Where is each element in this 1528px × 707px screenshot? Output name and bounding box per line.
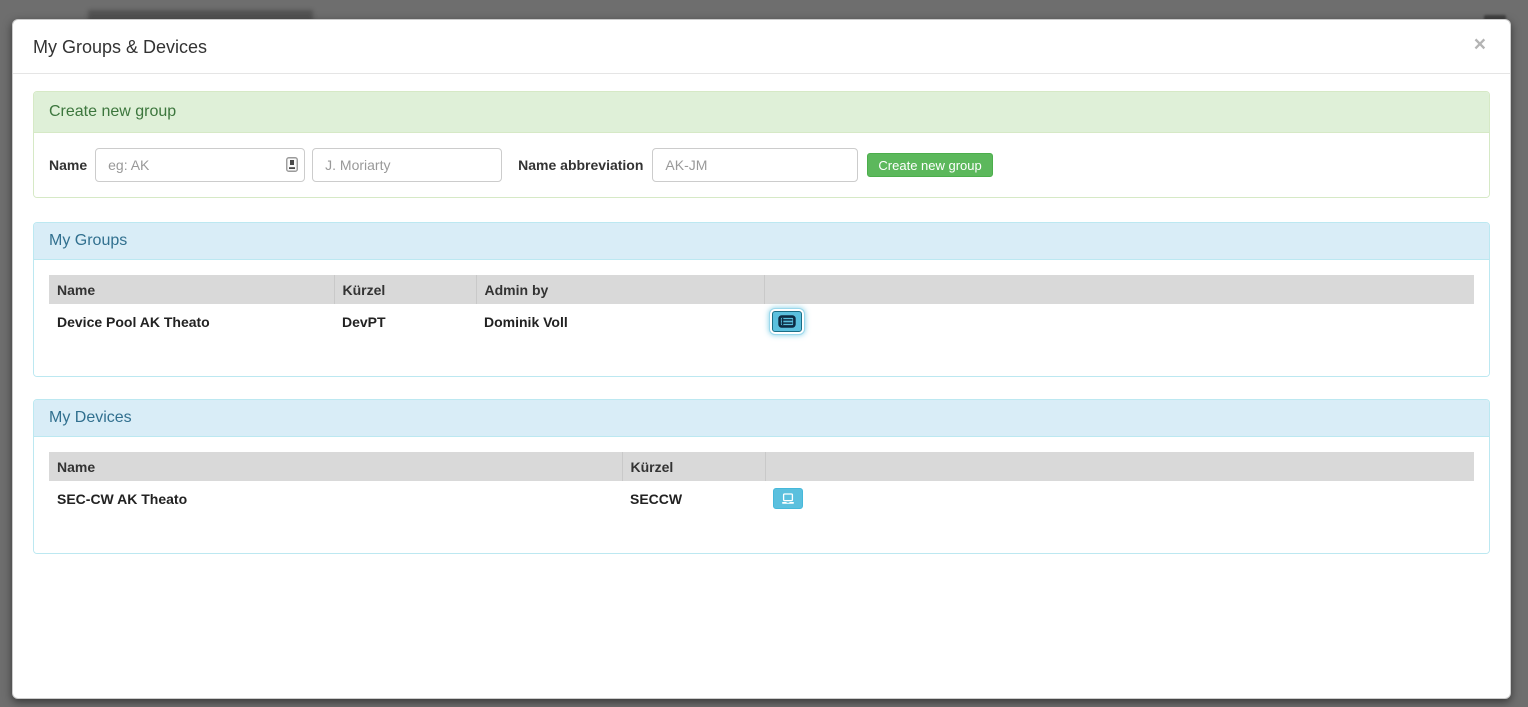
my-groups-table: Name Kürzel Admin by Device Pool AK Thea… [49, 275, 1474, 339]
table-row: Device Pool AK Theato DevPT Dominik Voll [49, 304, 1474, 339]
device-info-button[interactable] [773, 488, 803, 509]
group-name-cell: Device Pool AK Theato [49, 304, 334, 339]
create-group-button[interactable]: Create new group [867, 153, 992, 177]
my-groups-heading: My Groups [34, 223, 1489, 260]
my-devices-heading: My Devices [34, 400, 1489, 437]
table-header-row: Name Kürzel [49, 452, 1474, 481]
modal-title: My Groups & Devices [33, 35, 207, 60]
device-actions-cell [765, 481, 1474, 516]
group-kuerzel-cell: DevPT [334, 304, 476, 339]
create-group-panel: Create new group Name Name abbreviation [33, 91, 1490, 198]
close-icon[interactable]: × [1470, 34, 1490, 55]
column-header-admin-by: Admin by [476, 275, 764, 304]
table-row: SEC-CW AK Theato SECCW [49, 481, 1474, 516]
laptop-icon [780, 493, 796, 505]
device-name-cell: SEC-CW AK Theato [49, 481, 622, 516]
abbreviation-label: Name abbreviation [518, 157, 643, 173]
group-actions-cell [764, 304, 1474, 339]
column-header-name: Name [49, 452, 622, 481]
my-devices-table: Name Kürzel SEC-CW AK Theato SECCW [49, 452, 1474, 516]
create-group-heading: Create new group [34, 92, 1489, 133]
my-groups-devices-modal: My Groups & Devices × Create new group N… [12, 19, 1511, 699]
column-header-kuerzel: Kürzel [622, 452, 765, 481]
modal-header: My Groups & Devices × [13, 20, 1510, 74]
laptop-list-icon [778, 315, 796, 328]
modal-body: Create new group Name Name abbreviation [13, 74, 1510, 593]
device-kuerzel-cell: SECCW [622, 481, 765, 516]
column-header-actions [764, 275, 1474, 304]
my-devices-panel: My Devices Name Kürzel [33, 399, 1490, 554]
column-header-kuerzel: Kürzel [334, 275, 476, 304]
group-admin-input[interactable] [312, 148, 502, 182]
name-label: Name [49, 157, 87, 173]
group-devices-button[interactable] [772, 311, 802, 332]
column-header-name: Name [49, 275, 334, 304]
create-group-form: Name Name abbreviation Create new group [49, 148, 1474, 182]
table-header-row: Name Kürzel Admin by [49, 275, 1474, 304]
group-abbreviation-input[interactable] [652, 148, 858, 182]
my-groups-panel: My Groups Name Kürzel Admin by [33, 222, 1490, 377]
group-name-input[interactable] [95, 148, 305, 182]
group-admin-cell: Dominik Voll [476, 304, 764, 339]
column-header-actions [765, 452, 1474, 481]
